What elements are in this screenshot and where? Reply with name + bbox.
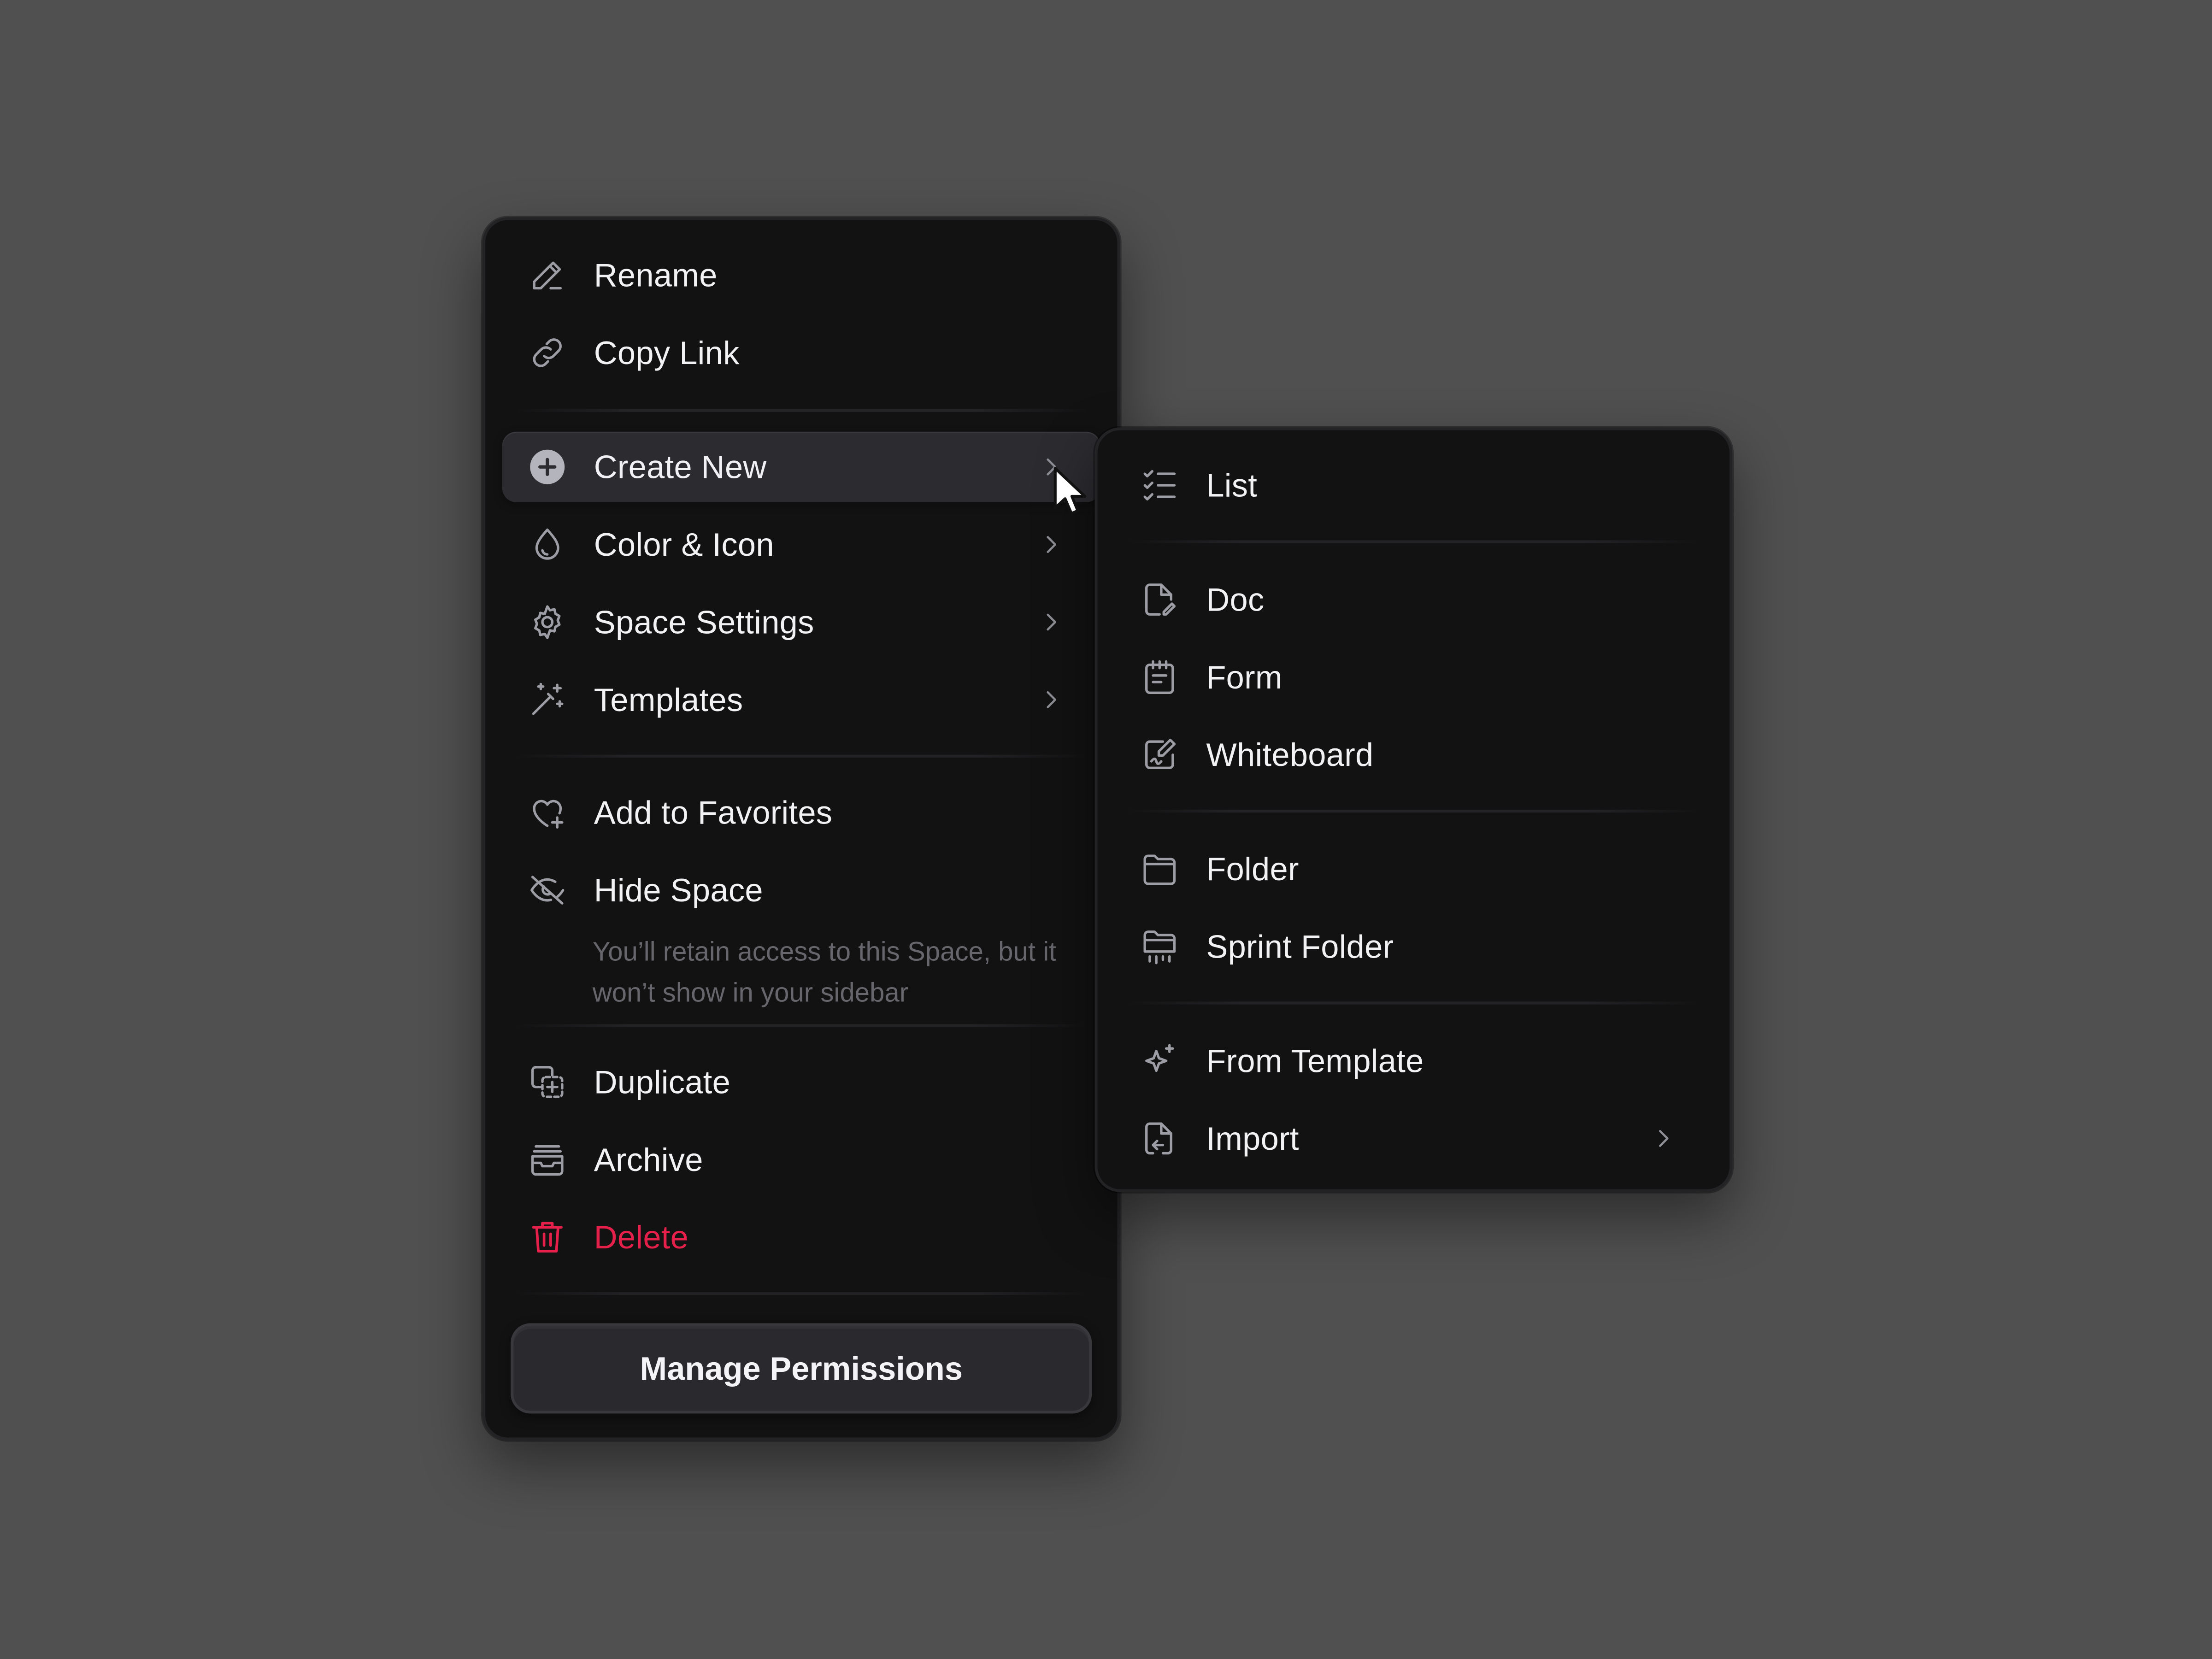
menu-item-label: Archive xyxy=(594,1140,703,1177)
eye-off-icon xyxy=(528,871,567,910)
submenu-item-label: Doc xyxy=(1206,580,1265,618)
chevron-right-icon xyxy=(1038,609,1064,635)
submenu-item-label: List xyxy=(1206,466,1258,503)
submenu-item-label: Whiteboard xyxy=(1206,735,1374,773)
menu-item-archive[interactable]: Archive xyxy=(502,1124,1100,1195)
menu-item-label: Create New xyxy=(594,447,767,485)
sparkle-icon xyxy=(1140,1041,1179,1081)
hide-space-hint: You’ll retain access to this Space, but … xyxy=(592,938,1057,1009)
menu-divider xyxy=(1125,1001,1701,1005)
gear-icon xyxy=(528,602,567,642)
menu-item-add-to-favorites[interactable]: Add to Favorites xyxy=(502,777,1100,848)
menu-item-label: Rename xyxy=(594,256,718,293)
menu-item-duplicate[interactable]: Duplicate xyxy=(502,1047,1100,1117)
stage: Rename Copy Link Create New Color & Icon xyxy=(0,0,2212,1659)
pencil-icon xyxy=(528,255,567,295)
submenu-item-folder[interactable]: Folder xyxy=(1114,834,1712,904)
sprint-folder-icon xyxy=(1140,927,1179,966)
submenu-item-doc[interactable]: Doc xyxy=(1114,564,1712,635)
drop-icon xyxy=(528,525,567,565)
menu-divider xyxy=(513,754,1089,758)
menu-divider xyxy=(513,1292,1089,1295)
submenu-item-label: Form xyxy=(1206,658,1282,695)
menu-divider xyxy=(513,1024,1089,1027)
doc-edit-icon xyxy=(1140,580,1179,619)
menu-item-label: Hide Space xyxy=(594,871,763,908)
duplicate-icon xyxy=(528,1062,567,1102)
trash-icon xyxy=(528,1218,567,1257)
menu-item-label: Delete xyxy=(594,1218,689,1255)
mouse-cursor-icon xyxy=(1053,465,1089,519)
submenu-item-form[interactable]: Form xyxy=(1114,642,1712,712)
menu-item-label: Duplicate xyxy=(594,1063,731,1100)
import-file-icon xyxy=(1140,1119,1179,1159)
menu-item-create-new[interactable]: Create New xyxy=(502,431,1100,502)
menu-item-copy-link[interactable]: Copy Link xyxy=(502,318,1100,388)
menu-divider xyxy=(513,409,1089,412)
link-icon xyxy=(528,333,567,372)
menu-item-rename[interactable]: Rename xyxy=(502,240,1100,310)
create-new-submenu: List Doc Form Whiteboard Folder Sprint F… xyxy=(1094,427,1733,1192)
plus-circle-icon xyxy=(528,447,567,487)
chevron-right-icon xyxy=(1038,687,1064,712)
menu-item-label: Templates xyxy=(594,681,743,718)
whiteboard-icon xyxy=(1140,735,1179,775)
manage-permissions-button[interactable]: Manage Permissions xyxy=(511,1323,1092,1414)
space-context-menu: Rename Copy Link Create New Color & Icon xyxy=(482,217,1120,1441)
heart-plus-icon xyxy=(528,793,567,832)
form-icon xyxy=(1140,658,1179,697)
menu-item-label: Copy Link xyxy=(594,333,740,371)
menu-item-label: Color & Icon xyxy=(594,525,774,562)
archive-icon xyxy=(528,1140,567,1179)
chevron-right-icon xyxy=(1651,1126,1676,1151)
submenu-item-import[interactable]: Import xyxy=(1114,1103,1712,1174)
submenu-item-label: Import xyxy=(1206,1119,1299,1156)
submenu-item-label: Folder xyxy=(1206,850,1299,887)
menu-item-label: Add to Favorites xyxy=(594,793,833,830)
folder-icon xyxy=(1140,849,1179,889)
submenu-item-label: From Template xyxy=(1206,1041,1424,1079)
menu-divider xyxy=(1125,540,1701,543)
submenu-item-label: Sprint Folder xyxy=(1206,927,1394,965)
magic-wand-icon xyxy=(528,680,567,719)
list-check-icon xyxy=(1140,465,1179,505)
submenu-item-sprint-folder[interactable]: Sprint Folder xyxy=(1114,912,1712,982)
chevron-right-icon xyxy=(1038,532,1064,557)
submenu-item-whiteboard[interactable]: Whiteboard xyxy=(1114,719,1712,790)
submenu-item-from-template[interactable]: From Template xyxy=(1114,1025,1712,1096)
menu-item-label: Space Settings xyxy=(594,603,814,640)
menu-item-hide-space[interactable]: Hide Space xyxy=(502,855,1100,925)
menu-item-templates[interactable]: Templates xyxy=(502,665,1100,735)
menu-item-delete[interactable]: Delete xyxy=(502,1202,1100,1272)
submenu-item-list[interactable]: List xyxy=(1114,450,1712,521)
menu-item-space-settings[interactable]: Space Settings xyxy=(502,587,1100,657)
menu-item-color-icon[interactable]: Color & Icon xyxy=(502,509,1100,580)
menu-divider xyxy=(1125,810,1701,813)
